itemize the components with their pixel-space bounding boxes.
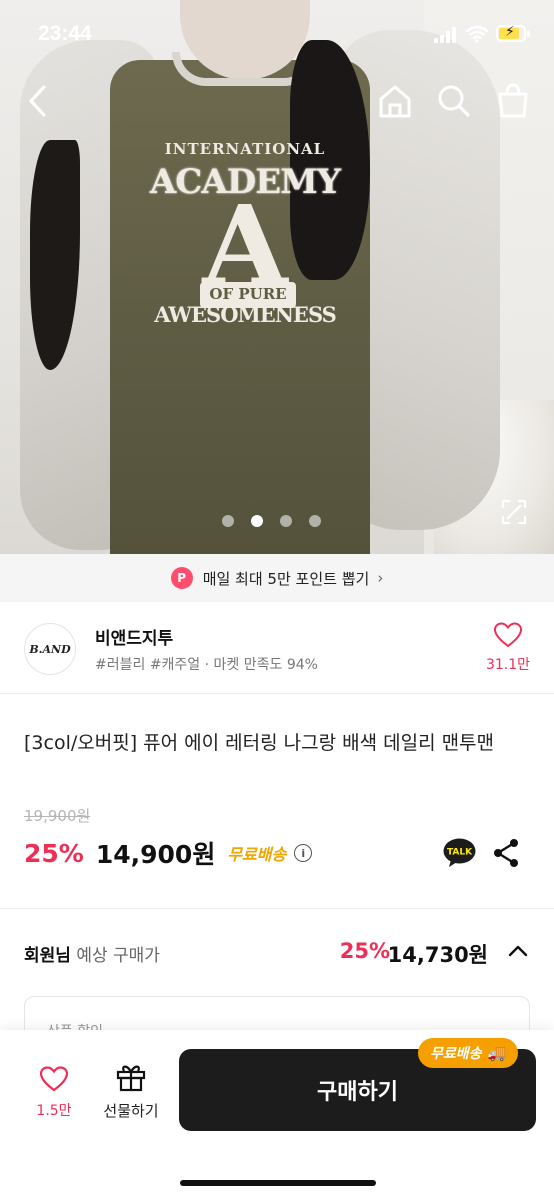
home-button[interactable] [372, 78, 418, 124]
image-pagination[interactable] [222, 512, 338, 527]
truck-icon: 🚚 [487, 1044, 507, 1062]
wifi-icon [466, 25, 488, 43]
info-icon[interactable]: i [294, 844, 313, 862]
price-row: 25% 14,900원 무료배송 i [24, 836, 313, 870]
store-heart-icon[interactable] [494, 622, 522, 648]
free-shipping-badge-label: 무료배송 [430, 1046, 482, 1062]
chevron-right-icon: › [377, 569, 384, 587]
cart-button[interactable] [490, 78, 536, 124]
expand-icon[interactable] [500, 498, 528, 526]
member-price: 14,730원 [387, 943, 488, 967]
original-price: 19,900원 [24, 807, 91, 825]
store-row[interactable]: B.AND 비앤드지투 #러블리 #캐주얼 · 마켓 만족도 94% 31.1만 [0, 602, 554, 694]
shirt-print: INTERNATIONAL ACADEMY A OF PURE AWESOMEN… [140, 140, 350, 327]
chevron-left-icon [29, 85, 46, 117]
member-price-row[interactable]: 회원님 예상 구매가 25% 14,730원 [24, 938, 530, 968]
bottom-action-bar: 1.5만 선물하기 구매하기 무료배송 🚚 [0, 1030, 554, 1200]
status-bar: 23:44 ⚡ [0, 0, 554, 66]
sale-price: 14,900원 [95, 840, 216, 869]
store-tags: #러블리 #캐주얼 · 마켓 만족도 94% [95, 657, 318, 673]
like-button[interactable]: 1.5만 [26, 1066, 82, 1120]
section-divider [0, 908, 554, 909]
search-icon [438, 85, 470, 117]
member-discount-rate: 25% [339, 939, 390, 963]
battery-icon: ⚡ [496, 24, 530, 42]
gift-label: 선물하기 [103, 1102, 159, 1120]
share-icon[interactable] [493, 838, 519, 868]
pagination-dot[interactable] [280, 515, 292, 527]
member-price-label: 회원님 예상 구매가 [24, 941, 160, 966]
free-shipping-badge: 무료배송 🚚 [418, 1038, 519, 1068]
store-name[interactable]: 비앤드지투 [95, 624, 173, 649]
store-like-count: 31.1만 [485, 657, 531, 673]
gift-button[interactable]: 선물하기 [98, 1062, 164, 1121]
gift-icon [116, 1065, 146, 1092]
status-time: 23:44 [38, 22, 92, 45]
member-label-bold: 회원님 [24, 946, 71, 966]
pagination-dot[interactable] [309, 515, 321, 527]
home-indicator[interactable] [180, 1180, 376, 1186]
top-navigation [0, 78, 554, 124]
print-line1: INTERNATIONAL [164, 140, 326, 158]
heart-icon [39, 1066, 69, 1092]
like-count: 1.5만 [36, 1103, 72, 1119]
talk-label: TALK [447, 848, 473, 858]
points-icon: P [170, 567, 193, 589]
pagination-dot[interactable] [222, 515, 234, 527]
print-letter: A [202, 181, 288, 310]
shopping-bag-icon [498, 83, 528, 118]
back-button[interactable] [14, 78, 60, 124]
product-image[interactable]: INTERNATIONAL ACADEMY A OF PURE AWESOMEN… [0, 0, 554, 554]
search-button[interactable] [430, 78, 476, 124]
discount-rate: 25% [24, 838, 84, 868]
pagination-dot-active[interactable] [251, 515, 263, 527]
home-icon [379, 85, 411, 118]
product-title: [3col/오버핏] 퓨어 에이 레터링 나그랑 배색 데일리 맨투맨 [24, 732, 495, 754]
points-promo-banner[interactable]: P 매일 최대 5만 포인트 뽑기 › [0, 554, 554, 602]
kakao-talk-icon[interactable]: TALK [443, 838, 476, 868]
chevron-up-icon[interactable] [508, 944, 528, 958]
free-shipping-label: 무료배송 [227, 845, 287, 864]
promo-text: 매일 최대 5만 포인트 뽑기 [202, 569, 370, 588]
member-label-rest: 예상 구매가 [70, 946, 160, 966]
print-band: OF PURE [200, 282, 296, 308]
cellular-signal-icon [434, 27, 458, 43]
store-logo[interactable]: B.AND [24, 623, 76, 675]
